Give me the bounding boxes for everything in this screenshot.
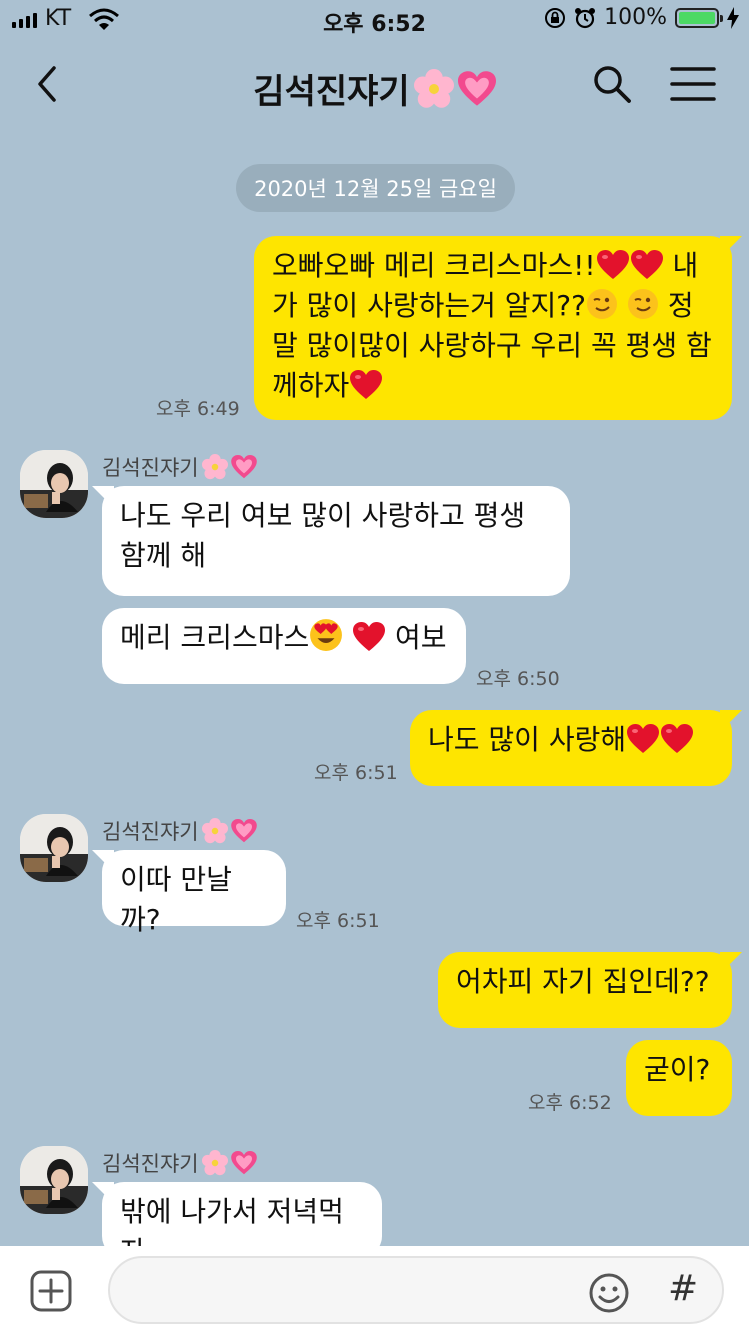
heart-eyes-emoji (309, 618, 343, 652)
pink-heart-emoji (231, 455, 257, 479)
flower-emoji (202, 454, 228, 480)
their-message-bubble[interactable]: 나도 우리 여보 많이 사랑하고 평생 함께 해 (92, 486, 570, 596)
flower-emoji (202, 1150, 228, 1176)
message-text: 이따 만날까? (120, 863, 232, 936)
message-time: 오후 6:52 (528, 1092, 612, 1114)
avatar[interactable] (20, 814, 88, 882)
my-message-bubble[interactable]: 어차피 자기 집인데?? (438, 952, 742, 1028)
their-message-bubble[interactable]: 메리 크리스마스 여보 (102, 608, 466, 684)
contact-name-text: 김석진쟈기 (102, 456, 199, 480)
menu-icon[interactable] (670, 66, 716, 102)
status-bar: KT 오후 6:52 100% (0, 0, 749, 40)
flower-emoji (202, 818, 228, 844)
contact-name: 김석진쟈기 (102, 816, 257, 846)
heart-emoji (660, 724, 694, 754)
heart-emoji (596, 250, 630, 280)
message-text: 어차피 자기 집인데?? (456, 965, 710, 998)
chat-header: 김석진쟈기 (0, 44, 749, 124)
my-message-bubble[interactable]: 오빠오빠 메리 크리스마스!! 내가 많이 사랑하는거 알지?? 정말 많이많이… (254, 236, 742, 420)
wink-emoji (627, 288, 659, 320)
message-text: 나도 많이 사랑해 (428, 723, 627, 756)
my-message-bubble[interactable]: 굳이? (626, 1040, 732, 1116)
plus-icon[interactable] (30, 1270, 72, 1312)
status-right: 100% (544, 5, 739, 30)
alarm-icon (575, 7, 596, 28)
heart-emoji (349, 370, 383, 400)
rotation-lock-icon (545, 7, 566, 28)
charging-icon (727, 6, 739, 29)
message-time: 오후 6:51 (296, 910, 380, 932)
message-text: 오빠오빠 메리 크리스마스!! (272, 249, 596, 282)
message-input[interactable] (134, 1272, 598, 1310)
message-time: 오후 6:50 (476, 668, 560, 690)
heart-emoji (630, 250, 664, 280)
avatar[interactable] (20, 1146, 88, 1214)
emoji-icon[interactable] (588, 1272, 630, 1314)
message-composer: # (0, 1246, 749, 1334)
their-message-bubble[interactable]: 이따 만날까? (92, 850, 286, 936)
heart-emoji (352, 622, 386, 652)
message-input-container[interactable] (108, 1256, 724, 1324)
pink-heart-emoji (458, 71, 496, 107)
message-time: 오후 6:49 (156, 398, 240, 420)
wink-emoji (586, 288, 618, 320)
avatar[interactable] (20, 450, 88, 518)
heart-emoji (626, 724, 660, 754)
contact-name: 김석진쟈기 (102, 452, 257, 482)
message-text: 메리 크리스마스 (120, 621, 310, 654)
message-text: 나도 우리 여보 많이 사랑하고 평생 함께 해 (120, 499, 526, 572)
chat-title-text: 김석진쟈기 (253, 72, 410, 112)
contact-name: 김석진쟈기 (102, 1148, 257, 1178)
message-text: 굳이? (644, 1053, 711, 1086)
pink-heart-emoji (231, 1151, 257, 1175)
search-icon[interactable] (592, 64, 632, 104)
contact-name-text: 김석진쟈기 (102, 1152, 199, 1176)
contact-name-text: 김석진쟈기 (102, 820, 199, 844)
message-text: 여보 (386, 621, 447, 654)
battery-icon (675, 7, 723, 28)
pink-heart-emoji (231, 819, 257, 843)
flower-emoji (414, 69, 454, 109)
chat-title: 김석진쟈기 (0, 64, 749, 113)
hash-icon[interactable]: # (668, 1268, 698, 1309)
date-divider: 2020년 12월 25일 금요일 (236, 164, 515, 212)
battery-percent: 100% (604, 5, 667, 30)
message-time: 오후 6:51 (314, 762, 398, 784)
my-message-bubble[interactable]: 나도 많이 사랑해 (410, 710, 742, 786)
